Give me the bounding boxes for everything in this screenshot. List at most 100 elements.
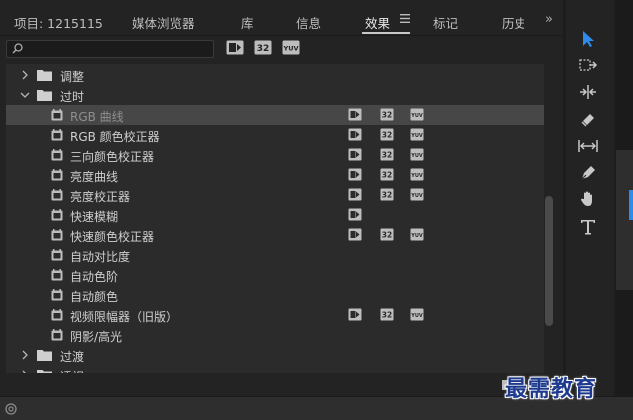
svg-text:32: 32 bbox=[382, 111, 392, 120]
slip-tool[interactable] bbox=[575, 133, 601, 159]
active-tab-indicator bbox=[362, 32, 410, 34]
tree-effect-row[interactable]: 亮度校正器 32 YUV bbox=[6, 185, 544, 205]
selection-tool-icon bbox=[583, 31, 594, 47]
search-box[interactable] bbox=[6, 40, 214, 58]
effect-label: 自动对比度 bbox=[70, 250, 131, 264]
tree-effect-row[interactable]: 阴影/高光 bbox=[6, 325, 544, 345]
effect-label: 快速颜色校正器 bbox=[70, 230, 155, 244]
panel-tab-bar: 项目: 1215115 媒体浏览器 库 信息 效果 标记 历史 » bbox=[0, 0, 563, 36]
tree-folder-row[interactable]: 过时 bbox=[6, 85, 544, 105]
accelerated-effect-badge-icon bbox=[348, 128, 362, 141]
tab-libraries[interactable]: 库 bbox=[241, 13, 254, 32]
status-spinner-icon[interactable] bbox=[4, 402, 18, 416]
tree-effect-row[interactable]: 快速颜色校正器 32 YUV bbox=[6, 225, 544, 245]
effect-icon bbox=[51, 149, 63, 161]
panel-bottom-bar bbox=[0, 376, 563, 396]
tree-folder-row[interactable]: 透视 bbox=[6, 365, 544, 373]
search-icon bbox=[12, 43, 23, 54]
razor-tool[interactable] bbox=[575, 106, 601, 132]
effect-icon bbox=[51, 249, 63, 261]
effect-icon bbox=[51, 329, 63, 341]
yuv-badge-icon: YUV bbox=[410, 188, 424, 201]
svg-text:YUV: YUV bbox=[410, 153, 423, 159]
svg-text:YUV: YUV bbox=[410, 133, 423, 139]
tree-effect-row[interactable]: 快速模糊 bbox=[6, 205, 544, 225]
scrollbar-thumb[interactable] bbox=[545, 196, 553, 326]
tree-effect-row[interactable]: 视频限幅器（旧版） 32 YUV bbox=[6, 305, 544, 325]
chevron-down-icon[interactable] bbox=[20, 89, 30, 101]
accelerated-effect-badge-icon bbox=[348, 168, 362, 181]
effect-label: 自动色阶 bbox=[70, 270, 119, 284]
effect-icon bbox=[51, 309, 63, 321]
chevron-right-icon[interactable] bbox=[20, 369, 30, 373]
svg-text:32: 32 bbox=[382, 311, 392, 320]
hand-tool[interactable] bbox=[575, 186, 601, 212]
svg-text:32: 32 bbox=[382, 131, 392, 140]
svg-text:YUV: YUV bbox=[410, 313, 423, 319]
track-select-tool-icon bbox=[579, 59, 598, 71]
yuv-badge-icon: YUV bbox=[410, 168, 424, 181]
search-input[interactable] bbox=[27, 41, 211, 57]
tab-markers[interactable]: 标记 bbox=[433, 13, 458, 32]
tree-effect-row[interactable]: 三向颜色校正器 32 YUV bbox=[6, 145, 544, 165]
svg-text:32: 32 bbox=[382, 231, 392, 240]
yuv-badge-icon: YUV bbox=[410, 308, 424, 321]
accelerated-effect-badge-icon bbox=[348, 208, 362, 221]
razor-tool-icon bbox=[581, 114, 594, 127]
32-bit-badge-icon: 32 bbox=[380, 228, 394, 241]
folder-icon bbox=[37, 370, 52, 373]
slip-tool-icon bbox=[578, 140, 598, 152]
hand-tool-icon bbox=[581, 191, 592, 206]
tab-info[interactable]: 信息 bbox=[296, 13, 321, 32]
tab-overflow-icon[interactable]: » bbox=[545, 12, 553, 27]
effect-label: 视频限幅器（旧版） bbox=[70, 310, 179, 324]
32-bit-color-filter-button[interactable]: 32 bbox=[254, 40, 272, 55]
selection-tool[interactable] bbox=[575, 26, 601, 52]
accelerated-effects-filter-button[interactable] bbox=[226, 40, 244, 55]
yuv-effects-filter-button[interactable]: YUV bbox=[282, 40, 300, 55]
32-bit-badge-icon: 32 bbox=[380, 148, 394, 161]
tree-folder-row[interactable]: 调整 bbox=[6, 65, 544, 85]
effect-label: 自动颜色 bbox=[70, 290, 119, 304]
track-select-tool[interactable] bbox=[575, 52, 601, 78]
tree-effect-row[interactable]: 自动颜色 bbox=[6, 285, 544, 305]
tab-effects[interactable]: 效果 bbox=[365, 13, 390, 32]
chevron-right-icon[interactable] bbox=[20, 349, 30, 361]
svg-text:YUV: YUV bbox=[410, 233, 423, 239]
tree-effect-row[interactable]: RGB 颜色校正器 32 YUV bbox=[6, 125, 544, 145]
tree-effect-row[interactable]: 自动对比度 bbox=[6, 245, 544, 265]
ripple-edit-tool[interactable] bbox=[575, 79, 601, 105]
effect-icon bbox=[51, 289, 63, 301]
tab-media-browser[interactable]: 媒体浏览器 bbox=[132, 13, 195, 32]
chevron-right-icon[interactable] bbox=[20, 69, 30, 81]
ripple-edit-tool-icon bbox=[580, 85, 596, 99]
pen-tool[interactable] bbox=[575, 160, 601, 186]
folder-label: 透视 bbox=[60, 368, 84, 373]
search-row: 32 YUV bbox=[0, 36, 563, 64]
tree-effect-row[interactable]: RGB 曲线 32 YUV bbox=[6, 105, 544, 125]
svg-text:32: 32 bbox=[257, 44, 270, 54]
effect-label: RGB 颜色校正器 bbox=[70, 130, 160, 144]
tab-history[interactable]: 历史 bbox=[502, 13, 524, 32]
effect-label: 阴影/高光 bbox=[70, 330, 123, 344]
tab-project[interactable]: 项目: 1215115 bbox=[14, 13, 103, 32]
accelerated-effect-badge-icon bbox=[348, 308, 362, 321]
tree-folder-row[interactable]: 过渡 bbox=[6, 345, 544, 365]
yuv-badge-icon: YUV bbox=[410, 148, 424, 161]
effects-tree: 调整 过时 RGB 曲线 32 YUV RGB 颜色校正器 32 YUV 三向颜色校正器 32 YU… bbox=[6, 64, 544, 373]
effect-icon bbox=[51, 229, 63, 241]
tree-effect-row[interactable]: 自动色阶 bbox=[6, 265, 544, 285]
effect-icon bbox=[51, 129, 63, 141]
type-tool-icon bbox=[581, 220, 595, 235]
panel-menu-icon[interactable] bbox=[400, 14, 410, 23]
yuv-badge-icon: YUV bbox=[410, 228, 424, 241]
type-tool[interactable] bbox=[575, 214, 601, 240]
svg-text:32: 32 bbox=[382, 151, 392, 160]
effect-icon bbox=[51, 189, 63, 201]
folder-icon bbox=[37, 70, 52, 81]
tree-effect-row[interactable]: 亮度曲线 32 YUV bbox=[6, 165, 544, 185]
accelerated-effect-badge-icon bbox=[348, 108, 362, 121]
32-bit-badge-icon: 32 bbox=[380, 168, 394, 181]
effects-panel: 项目: 1215115 媒体浏览器 库 信息 效果 标记 历史 » 32 YUV… bbox=[0, 0, 563, 396]
accelerated-effect-badge-icon bbox=[348, 188, 362, 201]
